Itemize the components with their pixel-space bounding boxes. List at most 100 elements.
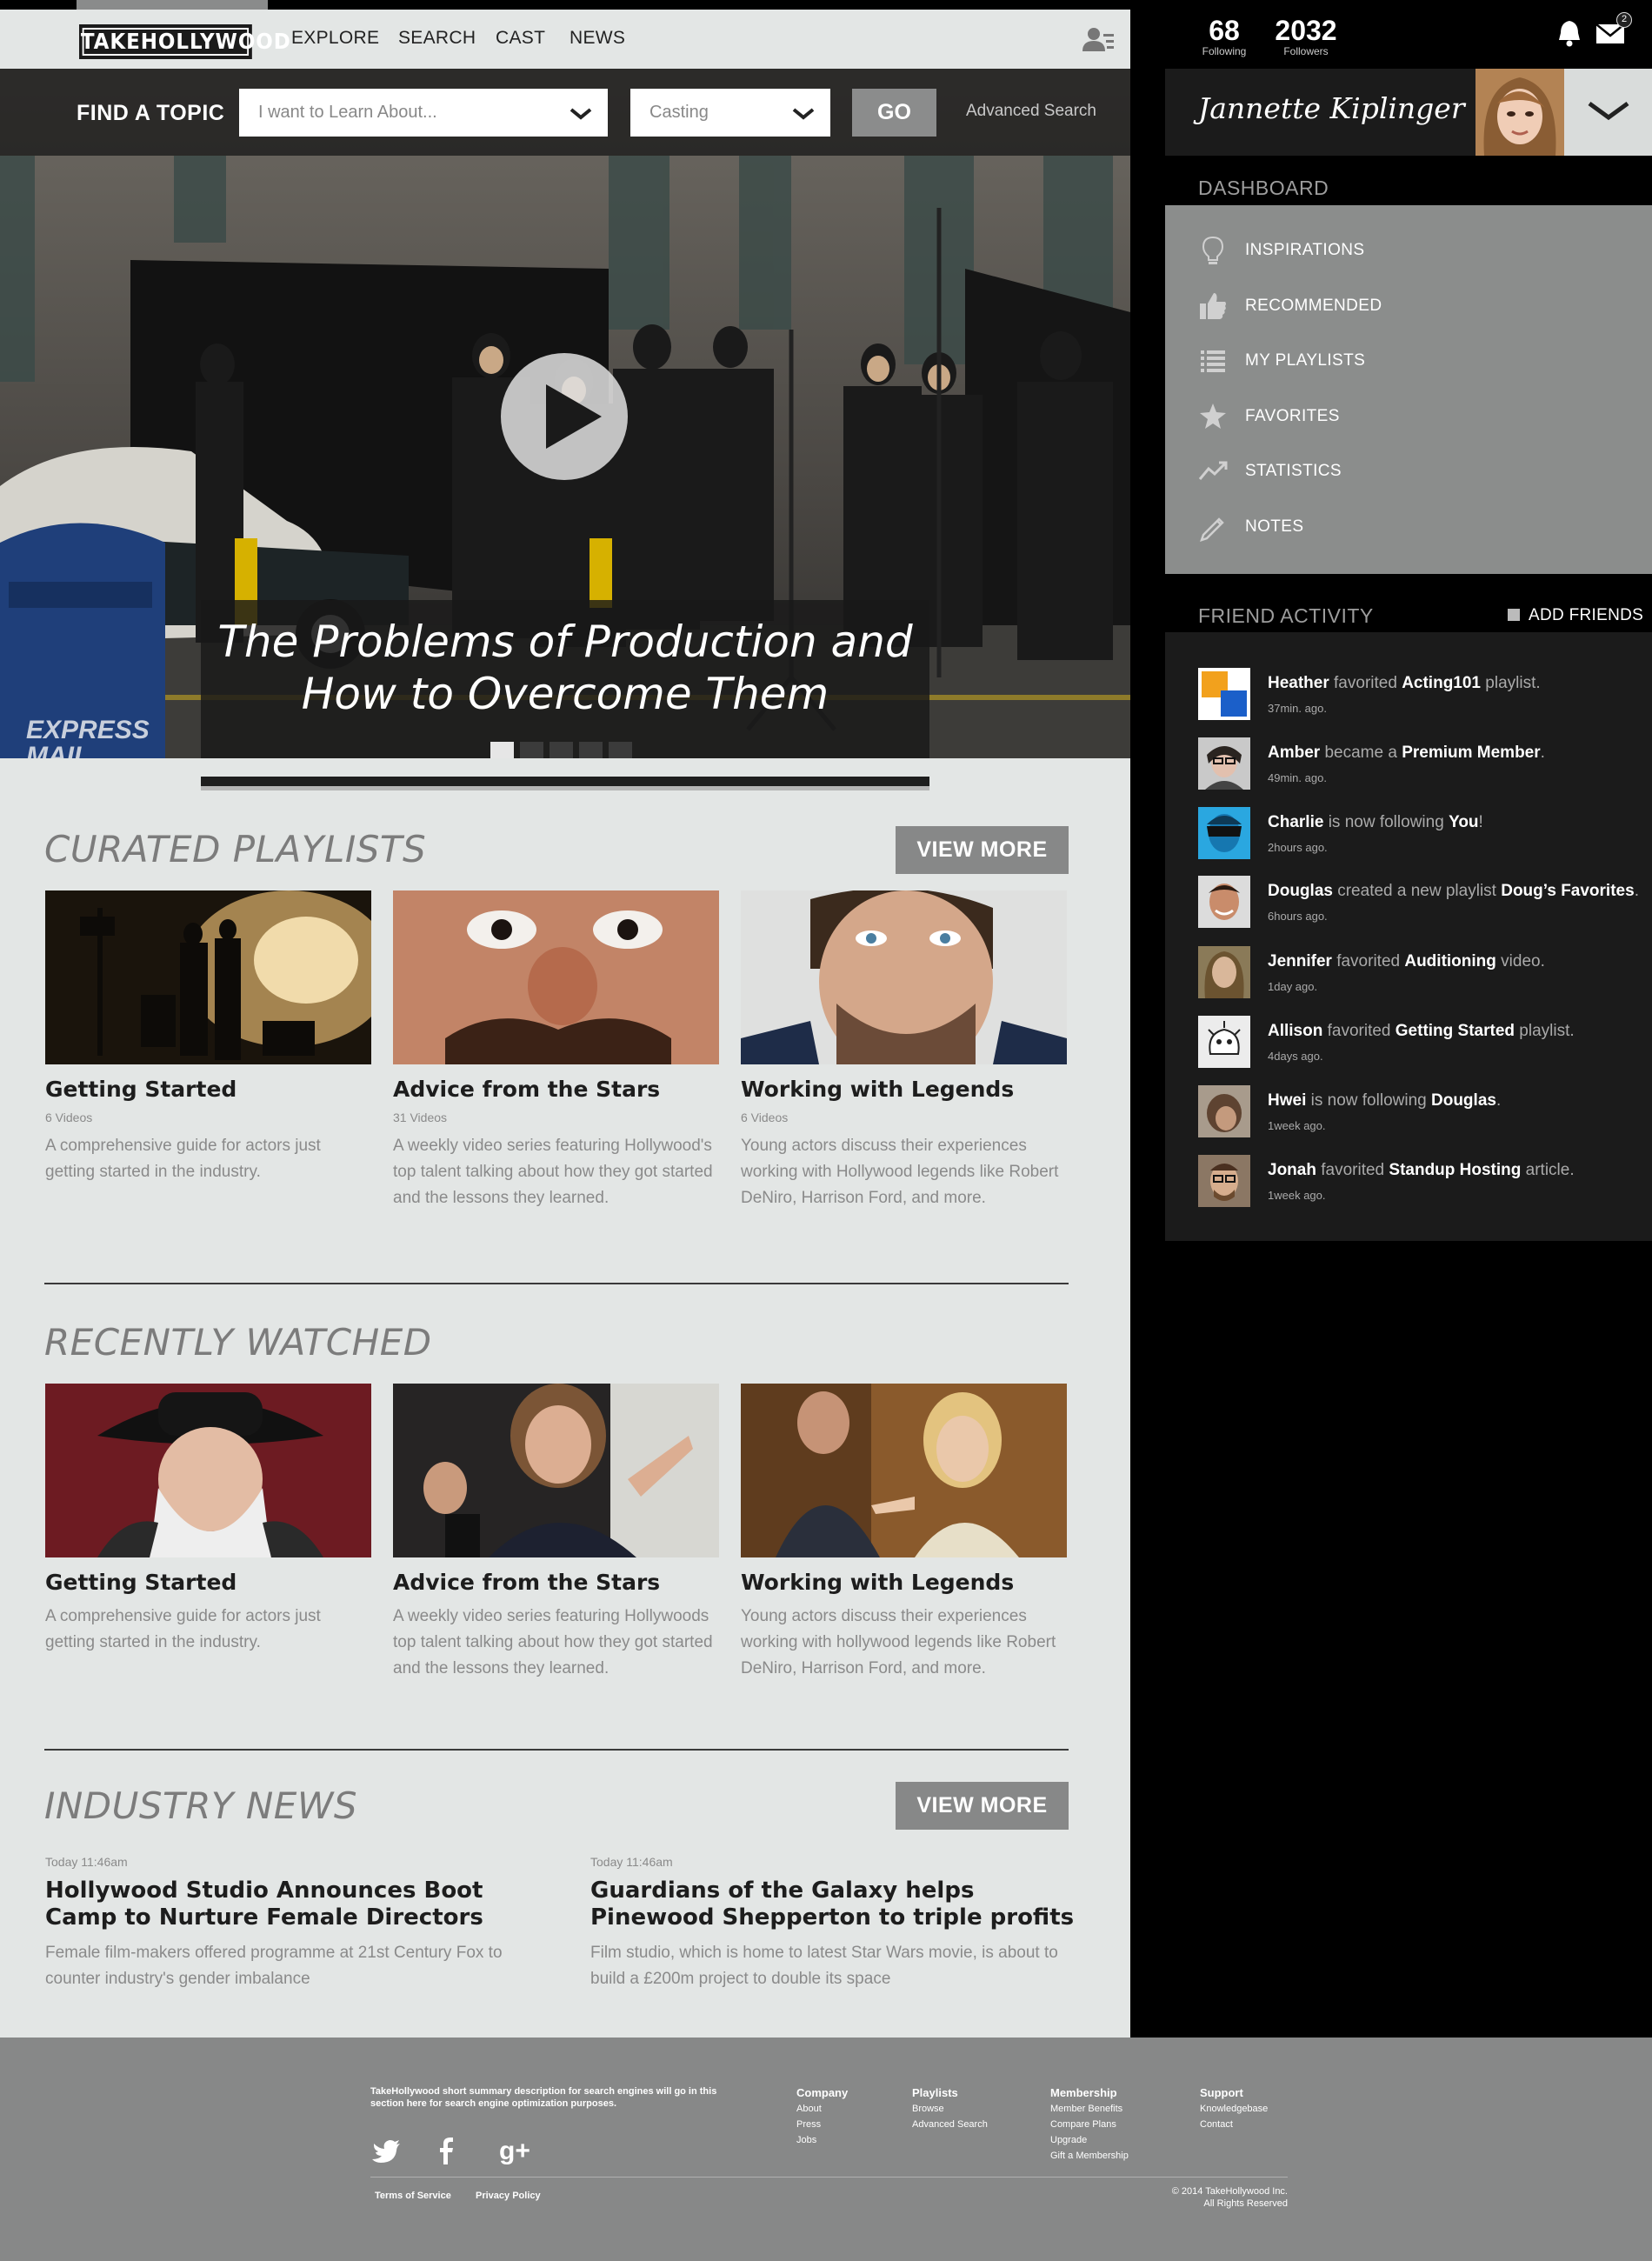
carousel-dot[interactable] bbox=[579, 742, 603, 758]
activity-object[interactable]: You bbox=[1449, 813, 1478, 831]
profile-bar[interactable]: Jannette Kiplinger bbox=[1165, 69, 1652, 156]
footer-link[interactable]: Compare Plans bbox=[1050, 2117, 1129, 2132]
friend-name[interactable]: Hwei bbox=[1268, 1091, 1306, 1110]
playlist-video-count: 6 Videos bbox=[741, 1110, 789, 1124]
friend-name[interactable]: Heather bbox=[1268, 674, 1329, 692]
news-timestamp: Today 11:46am bbox=[45, 1855, 128, 1869]
friend-avatar bbox=[1198, 807, 1250, 859]
site-logo[interactable]: TAKEHOLLYWOOD bbox=[79, 24, 290, 59]
facebook-icon[interactable] bbox=[440, 2138, 453, 2164]
playlist-description: Young actors discuss their experiences w… bbox=[741, 1137, 1059, 1207]
footer-link[interactable]: Member Benefits bbox=[1050, 2101, 1129, 2117]
topic-search-bar: FIND A TOPIC I want to Learn About... Ca… bbox=[0, 69, 1130, 156]
footer-link[interactable]: Upgrade bbox=[1050, 2132, 1129, 2148]
news-item[interactable]: Today 11:46am Guardians of the Galaxy he… bbox=[590, 1855, 1077, 1992]
news-headline[interactable]: Guardians of the Galaxy helps Pinewood S… bbox=[590, 1877, 1077, 1931]
playlist-card[interactable]: Advice from the Stars 31 Videos A weekly… bbox=[393, 890, 719, 1211]
friend-name[interactable]: Jennifer bbox=[1268, 952, 1332, 970]
friend-name[interactable]: Charlie bbox=[1268, 813, 1323, 831]
go-button[interactable]: GO bbox=[852, 89, 936, 137]
terms-link[interactable]: Terms of Service bbox=[375, 2191, 451, 2201]
footer-col-playlists: Playlists Browse Advanced Search bbox=[912, 2085, 988, 2132]
footer-link[interactable]: About bbox=[796, 2101, 848, 2117]
category-dropdown[interactable]: Casting bbox=[630, 89, 830, 137]
carousel-dot[interactable] bbox=[609, 742, 632, 758]
footer-link[interactable]: Contact bbox=[1200, 2117, 1268, 2132]
caption-underlay bbox=[201, 777, 929, 790]
dashboard-item-statistics[interactable]: STATISTICS bbox=[1198, 455, 1633, 490]
carousel-dot[interactable] bbox=[490, 742, 514, 758]
footer-link[interactable]: Gift a Membership bbox=[1050, 2148, 1129, 2164]
category-dropdown-value: Casting bbox=[649, 103, 709, 122]
activity-verb: favorited bbox=[1321, 1161, 1385, 1179]
activity-object[interactable]: Douglas bbox=[1431, 1091, 1496, 1110]
playlist-card[interactable]: Working with Legends 6 Videos Young acto… bbox=[741, 890, 1067, 1211]
friend-avatar bbox=[1198, 668, 1250, 720]
recently-watched-title: RECENTLY WATCHED bbox=[44, 1321, 432, 1364]
carousel-dot[interactable] bbox=[520, 742, 543, 758]
copyright: © 2014 TakeHollywood Inc. All Rights Res… bbox=[1078, 2185, 1288, 2210]
hero-carousel[interactable]: EXPRESS MAIL FIND A TOPIC I want to Lear… bbox=[0, 69, 1130, 758]
followers-count: 2032 bbox=[1275, 15, 1337, 46]
activity-object[interactable]: Premium Member bbox=[1402, 744, 1540, 762]
activity-object[interactable]: Acting101 bbox=[1402, 674, 1481, 692]
nav-explore[interactable]: EXPLORE bbox=[291, 28, 379, 49]
footer-link[interactable]: Jobs bbox=[796, 2132, 848, 2148]
footer-col-membership: Membership Member Benefits Compare Plans… bbox=[1050, 2085, 1129, 2164]
user-menu-icon[interactable] bbox=[1082, 25, 1114, 55]
nav-news[interactable]: NEWS bbox=[570, 28, 625, 49]
footer-link[interactable]: Advanced Search bbox=[912, 2117, 988, 2132]
hero-caption-text: The Problems of Production and How to Ov… bbox=[201, 616, 929, 720]
privacy-link[interactable]: Privacy Policy bbox=[476, 2191, 541, 2201]
dashboard-item-notes[interactable]: NOTES bbox=[1198, 510, 1633, 545]
friend-name[interactable]: Douglas bbox=[1268, 882, 1333, 900]
dashboard-item-inspirations[interactable]: INSPIRATIONS bbox=[1198, 234, 1633, 269]
activity-tail: video. bbox=[1501, 952, 1545, 970]
footer-link[interactable]: Browse bbox=[912, 2101, 988, 2117]
recent-description: Young actors discuss their experiences w… bbox=[741, 1607, 1056, 1677]
activity-tail: . bbox=[1495, 1091, 1502, 1110]
news-item[interactable]: Today 11:46am Hollywood Studio Announces… bbox=[45, 1855, 532, 1992]
followers-stat[interactable]: 2032 Followers bbox=[1271, 16, 1341, 57]
nav-search[interactable]: SEARCH bbox=[398, 28, 476, 49]
footer-link[interactable]: Press bbox=[796, 2117, 848, 2132]
recent-description: A weekly video series featuring Hollywoo… bbox=[393, 1607, 713, 1677]
footer-link[interactable]: Knowledgebase bbox=[1200, 2101, 1268, 2117]
following-stat[interactable]: 68 Following bbox=[1196, 16, 1252, 57]
advanced-search-link[interactable]: Advanced Search bbox=[966, 102, 1096, 121]
dashboard-item-my-playlists[interactable]: MY PLAYLISTS bbox=[1198, 344, 1633, 379]
twitter-icon[interactable] bbox=[372, 2140, 400, 2163]
nav-cast[interactable]: CAST bbox=[496, 28, 545, 49]
recent-card[interactable]: Advice from the Stars A weekly video ser… bbox=[393, 1384, 719, 1682]
friend-name[interactable]: Allison bbox=[1268, 1022, 1322, 1040]
news-view-more-button[interactable]: VIEW MORE bbox=[896, 1782, 1069, 1830]
activity-tail: article. bbox=[1525, 1161, 1575, 1179]
play-button[interactable] bbox=[501, 353, 628, 480]
news-headline[interactable]: Hollywood Studio Announces Boot Camp to … bbox=[45, 1877, 532, 1931]
add-friends-button[interactable]: ADD FRIENDS bbox=[1508, 606, 1643, 625]
user-name: Jannette Kiplinger bbox=[1198, 91, 1465, 125]
activity-object[interactable]: Standup Hosting bbox=[1389, 1161, 1521, 1179]
recent-card[interactable]: Working with Legends Young actors discus… bbox=[741, 1384, 1067, 1682]
friend-avatar bbox=[1198, 1155, 1250, 1207]
activity-time: 1week ago. bbox=[1268, 1119, 1326, 1132]
news-description: Film studio, which is home to latest Sta… bbox=[590, 1944, 1058, 1988]
playlist-title: Getting Started bbox=[45, 1077, 237, 1102]
friend-avatar bbox=[1198, 1016, 1250, 1068]
friend-avatar bbox=[1198, 737, 1250, 790]
activity-object[interactable]: Getting Started bbox=[1396, 1022, 1515, 1040]
dashboard-item-favorites[interactable]: FAVORITES bbox=[1198, 400, 1633, 435]
bell-icon[interactable] bbox=[1556, 19, 1582, 47]
profile-dropdown-toggle[interactable] bbox=[1564, 69, 1652, 156]
topic-dropdown[interactable]: I want to Learn About... bbox=[239, 89, 608, 137]
carousel-dot[interactable] bbox=[550, 742, 573, 758]
friend-name[interactable]: Amber bbox=[1268, 744, 1320, 762]
recent-card[interactable]: Getting Started A comprehensive guide fo… bbox=[45, 1384, 371, 1656]
google-plus-icon[interactable]: g+ bbox=[499, 2137, 530, 2165]
playlist-card[interactable]: Getting Started 6 Videos A comprehensive… bbox=[45, 890, 371, 1185]
activity-object[interactable]: Auditioning bbox=[1404, 952, 1496, 970]
curated-view-more-button[interactable]: VIEW MORE bbox=[896, 826, 1069, 874]
friend-name[interactable]: Jonah bbox=[1268, 1161, 1316, 1179]
dashboard-item-recommended[interactable]: RECOMMENDED bbox=[1198, 290, 1633, 324]
activity-object[interactable]: Doug’s Favorites bbox=[1501, 882, 1634, 900]
